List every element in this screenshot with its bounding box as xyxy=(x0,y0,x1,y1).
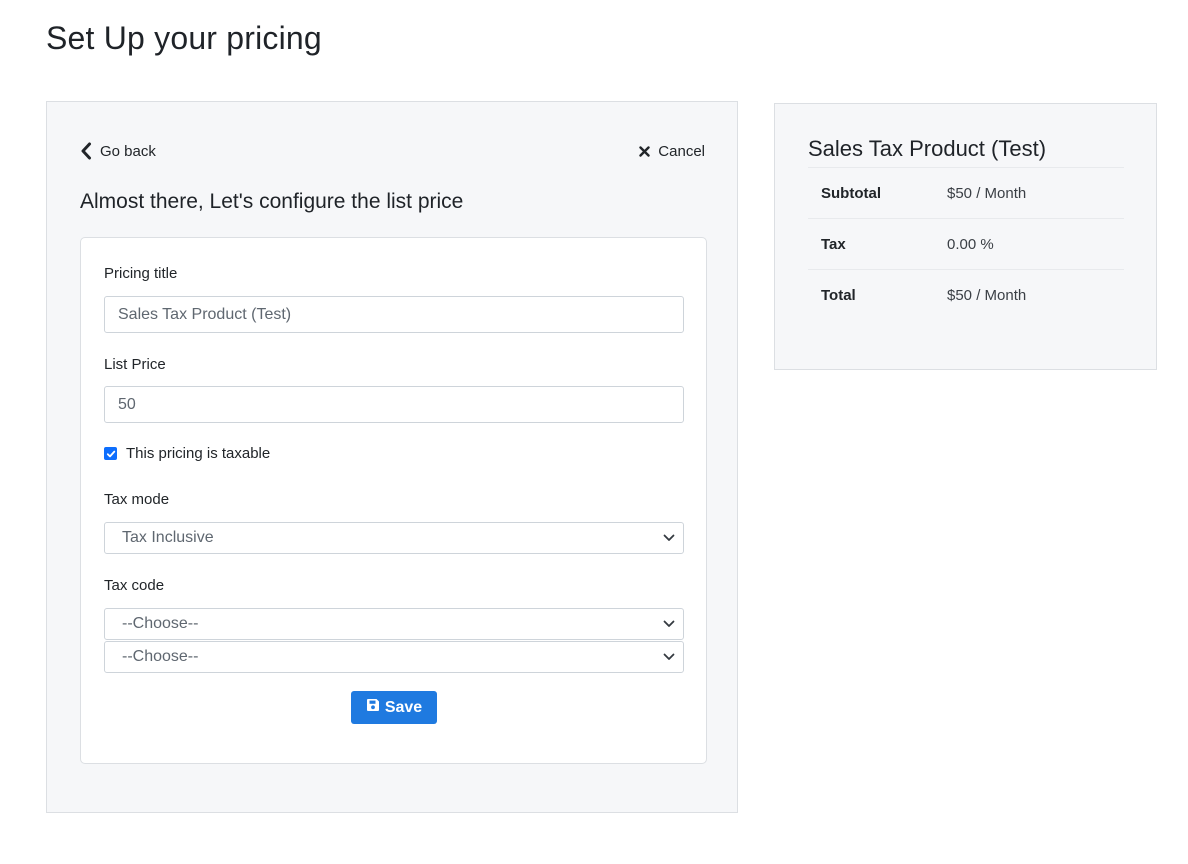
tax-code-select-2-value: --Choose-- xyxy=(122,648,199,665)
summary-row-value: 0.00 % xyxy=(947,235,994,253)
summary-row-total: Total $50 / Month xyxy=(808,269,1124,320)
list-price-label: List Price xyxy=(104,356,166,373)
taxable-row: This pricing is taxable xyxy=(104,445,270,462)
pricing-config-panel: Go back Cancel Almost there, Let's confi… xyxy=(46,101,738,813)
summary-row-tax: Tax 0.00 % xyxy=(808,218,1124,269)
save-button[interactable]: Save xyxy=(351,691,437,724)
floppy-disk-icon xyxy=(366,698,380,717)
save-label: Save xyxy=(384,698,423,716)
nav-row: Go back Cancel xyxy=(80,140,705,162)
chevron-left-icon xyxy=(80,142,92,160)
tax-mode-select[interactable]: Tax Inclusive xyxy=(104,522,684,554)
go-back-link[interactable]: Go back xyxy=(80,142,156,160)
taxable-label: This pricing is taxable xyxy=(126,445,271,462)
chevron-down-icon xyxy=(663,615,675,633)
summary-row-label: Tax xyxy=(821,235,846,253)
tax-code-select-1-value: --Choose-- xyxy=(122,615,199,632)
go-back-label: Go back xyxy=(100,142,156,160)
pricing-title-label: Pricing title xyxy=(104,265,178,282)
list-price-input[interactable] xyxy=(104,386,684,423)
tax-code-label: Tax code xyxy=(104,577,165,594)
checkmark-icon xyxy=(106,450,115,457)
pricing-title-input[interactable] xyxy=(104,296,684,333)
summary-table: Subtotal $50 / Month Tax 0.00 % Total $5… xyxy=(808,167,1124,320)
pricing-summary-panel: Sales Tax Product (Test) Subtotal $50 / … xyxy=(774,103,1157,370)
summary-row-subtotal: Subtotal $50 / Month xyxy=(808,167,1124,218)
summary-row-value: $50 / Month xyxy=(947,286,1027,304)
tax-code-select-2[interactable]: --Choose-- xyxy=(104,641,684,673)
page-title: Set Up your pricing xyxy=(46,20,322,56)
summary-row-label: Total xyxy=(821,286,856,304)
tax-code-select-1[interactable]: --Choose-- xyxy=(104,608,684,640)
cancel-link[interactable]: Cancel xyxy=(639,143,705,160)
cancel-label: Cancel xyxy=(658,142,705,160)
pricing-form: Pricing title List Price This pricing is… xyxy=(80,237,707,764)
tax-mode-label: Tax mode xyxy=(104,491,170,508)
tax-mode-value: Tax Inclusive xyxy=(122,529,214,546)
summary-title: Sales Tax Product (Test) xyxy=(808,136,1047,161)
chevron-down-icon xyxy=(663,648,675,666)
summary-row-label: Subtotal xyxy=(821,184,881,202)
section-heading: Almost there, Let's configure the list p… xyxy=(80,190,464,213)
close-icon xyxy=(639,145,650,157)
summary-row-value: $50 / Month xyxy=(947,184,1027,202)
chevron-down-icon xyxy=(663,529,675,547)
taxable-checkbox[interactable] xyxy=(104,447,117,460)
